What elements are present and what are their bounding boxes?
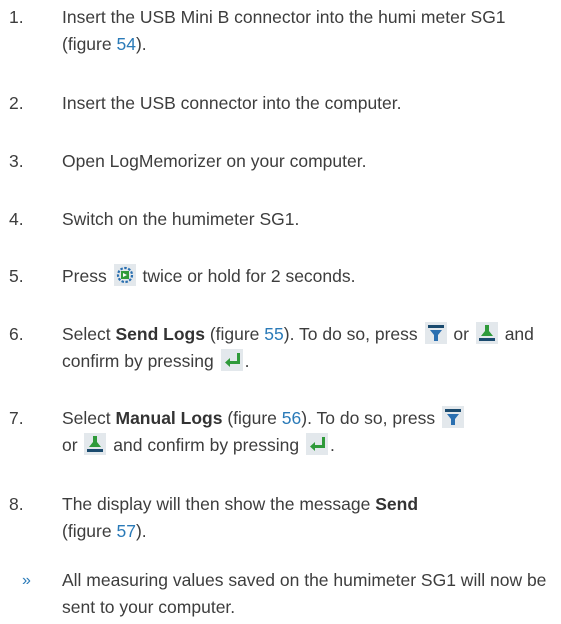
menu-rotate-icon xyxy=(113,264,136,286)
step-text: Press twice or hold for 2 seconds. xyxy=(62,263,547,290)
instruction-list: 1. Insert the USB Mini B connector into … xyxy=(0,0,561,624)
step-number: 2. xyxy=(9,93,24,113)
step-text-part: and confirm by pressing xyxy=(108,435,304,455)
step-number: 7. xyxy=(9,408,24,428)
step-text-part: Select xyxy=(62,324,116,344)
enter-icon xyxy=(220,349,243,371)
step-text-part: ). To do so, press xyxy=(283,324,423,344)
step-text-part: . xyxy=(244,351,250,371)
figure-link[interactable]: 56 xyxy=(282,408,301,428)
menu-option-manual-logs: Manual Logs xyxy=(115,408,223,428)
step-text: Select Send Logs (figure 55). To do so, … xyxy=(62,321,547,375)
arrow-up-icon xyxy=(475,322,498,344)
step-text: Open LogMemorizer on your computer. xyxy=(62,151,367,171)
result-marker: » xyxy=(22,572,31,589)
menu-option-send-logs: Send Logs xyxy=(115,324,205,344)
step-number: 4. xyxy=(9,209,24,229)
step-text-part: ). xyxy=(135,521,147,541)
step-text: Insert the USB Mini B connector into the… xyxy=(62,4,547,58)
result-text: All measuring values saved on the humime… xyxy=(62,570,547,617)
arrow-down-icon xyxy=(442,406,465,428)
arrow-down-icon xyxy=(424,322,447,344)
figure-link[interactable]: 54 xyxy=(116,34,135,54)
step-text-part: ). xyxy=(135,34,147,54)
step-number: 5. xyxy=(9,266,24,286)
step-text-part: Press xyxy=(62,266,112,286)
arrow-up-icon xyxy=(84,433,107,455)
step-text-part: or xyxy=(448,324,474,344)
step-number: 8. xyxy=(9,494,24,514)
step-text: Select Manual Logs (figure 56). To do so… xyxy=(62,405,547,459)
step-text-part: (figure xyxy=(222,408,282,428)
step-text-part: . xyxy=(329,435,335,455)
step-text-part: or xyxy=(62,435,83,455)
message-send: Send xyxy=(375,494,419,514)
enter-icon xyxy=(305,433,328,455)
step-number: 6. xyxy=(9,324,24,344)
step-text-part: (figure xyxy=(204,324,265,344)
figure-link[interactable]: 57 xyxy=(116,521,135,541)
step-text-part: (figure xyxy=(62,521,117,541)
step-text-part: ). To do so, press xyxy=(301,408,441,428)
step-text-part: The display will then show the message xyxy=(62,494,376,514)
step-text: Insert the USB connector into the comput… xyxy=(62,93,402,113)
step-text-part: twice or hold for 2 seconds. xyxy=(137,266,356,286)
step-text: The display will then show the message S… xyxy=(62,491,547,545)
figure-link[interactable]: 55 xyxy=(264,324,283,344)
step-number: 3. xyxy=(9,151,24,171)
step-text: Switch on the humimeter SG1. xyxy=(62,209,300,229)
step-number: 1. xyxy=(9,7,24,27)
step-text-part: Select xyxy=(62,408,116,428)
